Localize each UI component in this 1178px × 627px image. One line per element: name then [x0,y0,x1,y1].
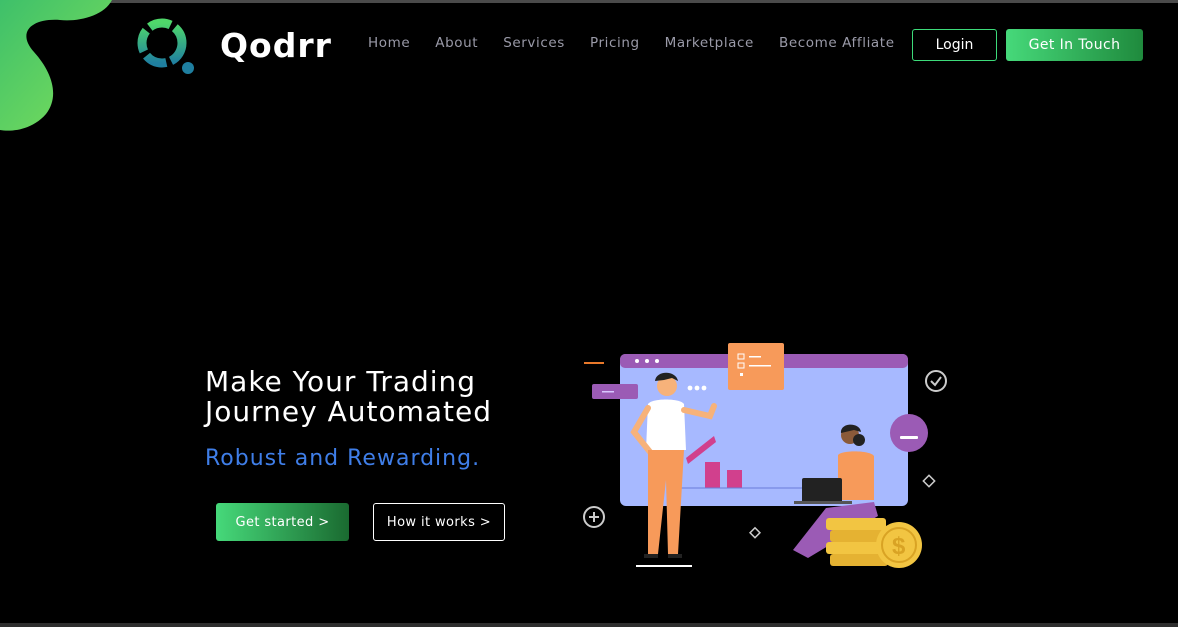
nav-services[interactable]: Services [503,35,565,51]
hero-subtitle: Robust and Rewarding. [205,446,481,471]
how-it-works-button[interactable]: How it works > [373,503,505,541]
login-button[interactable]: Login [912,29,997,61]
hero-title-line1: Make Your Trading [205,365,477,398]
get-in-touch-button[interactable]: Get In Touch [1006,29,1143,61]
nav-pricing[interactable]: Pricing [590,35,640,51]
window-top-border [0,0,1178,3]
window-bottom-border [0,623,1178,627]
brand-logo[interactable]: Qodrr [130,10,332,80]
green-blob-decoration [0,0,112,131]
hero-title-line2: Journey Automated [205,395,493,428]
qodrr-logo-icon [137,18,194,74]
nav-about[interactable]: About [435,35,478,51]
trading-illustration: $ [583,343,947,568]
nav-marketplace[interactable]: Marketplace [665,35,754,51]
nav-become-affiliate[interactable]: Become Affliate [779,35,895,51]
hero-title: Make Your Trading Journey Automated [205,367,492,427]
main-nav: Home About Services Pricing Marketplace … [368,35,920,51]
get-started-button[interactable]: Get started > [216,503,349,541]
svg-text:$: $ [892,533,906,560]
brand-name: Qodrr [220,25,332,65]
nav-home[interactable]: Home [368,35,410,51]
